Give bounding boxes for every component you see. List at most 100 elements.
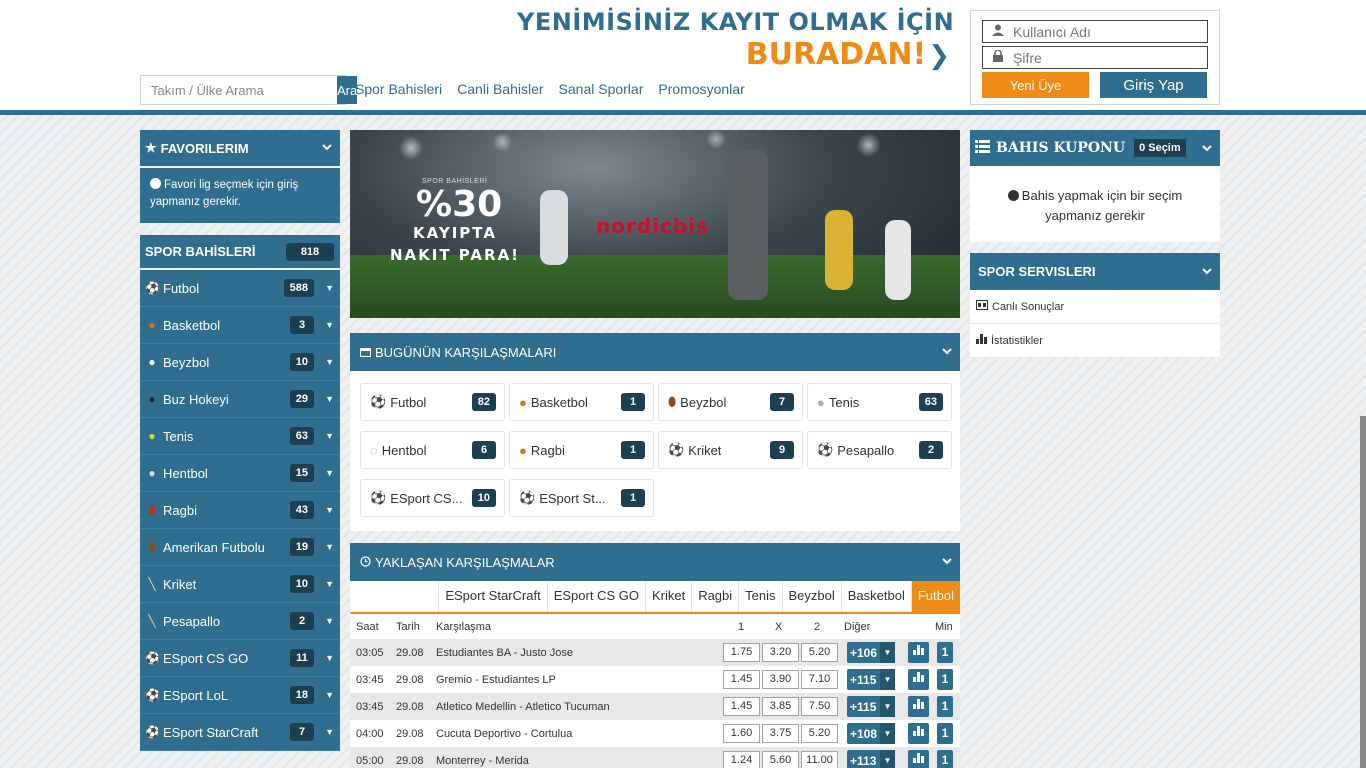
caret-down-icon[interactable]: ▼ xyxy=(325,357,334,367)
stats-button[interactable] xyxy=(908,723,929,744)
nav-spor-bahisleri[interactable]: Spor Bahisleri xyxy=(355,81,442,97)
nav-promosyonlar[interactable]: Promosyonlar xyxy=(658,81,744,97)
chevron-down-icon[interactable] xyxy=(1202,142,1212,155)
chevron-down-icon[interactable] xyxy=(322,142,332,154)
caret-down-icon[interactable]: ▼ xyxy=(325,431,334,441)
sidebar-sport-item[interactable]: ⚽ Futbol 588 ▼ xyxy=(140,270,340,307)
service-live-results[interactable]: Canlı Sonuçlar xyxy=(970,290,1220,324)
sport-tab[interactable]: Tenis xyxy=(738,581,781,612)
match-name[interactable]: Cucuta Deportivo - Cortulua xyxy=(436,728,572,740)
odd-home-button[interactable]: 1.60 xyxy=(723,724,760,743)
sport-tab[interactable]: Basketbol xyxy=(840,581,911,612)
favorites-header[interactable]: ★ FAVORILERIM xyxy=(140,130,340,166)
service-statistics[interactable]: İstatistikler xyxy=(970,324,1220,358)
stats-button[interactable] xyxy=(908,750,929,768)
sport-tab[interactable]: ESport CS GO xyxy=(546,581,645,612)
caret-down-icon[interactable]: ▼ xyxy=(325,505,334,515)
sidebar-sport-item[interactable]: ⬮ Ragbi 43 ▼ xyxy=(140,492,340,529)
match-name[interactable]: Estudiantes BA - Justo Jose xyxy=(436,647,573,659)
today-sport-tile[interactable]: ⬮ Beyzbol 7 xyxy=(658,383,803,421)
odd-draw-button[interactable]: 3.20 xyxy=(762,643,799,662)
today-sport-tile[interactable]: ⚽ ESport CS... 10 xyxy=(360,479,505,517)
stats-button[interactable] xyxy=(908,642,929,663)
sidebar-sport-item[interactable]: ● Basketbol 3 ▼ xyxy=(140,307,340,344)
register-promo-title[interactable]: YENİMİSİNİZ KAYIT OLMAK İÇİN xyxy=(517,8,954,36)
caret-down-icon[interactable]: ▼ xyxy=(325,690,334,700)
odd-away-button[interactable]: 5.20 xyxy=(801,643,838,662)
search-input[interactable] xyxy=(141,76,337,104)
caret-down-icon[interactable]: ▼ xyxy=(325,468,334,478)
odd-away-button[interactable]: 11.00 xyxy=(801,751,838,768)
promo-banner[interactable]: SPOR BAHİSLERİ %30 KAYIPTA NAKIT PARA! n… xyxy=(350,130,960,318)
today-sport-tile[interactable]: ● Tenis 63 xyxy=(807,383,952,421)
today-sport-tile[interactable]: ● Ragbi 1 xyxy=(509,431,654,469)
sidebar-sport-item[interactable]: ⚽ ESport LoL 18 ▼ xyxy=(140,677,340,714)
upcoming-matches-header[interactable]: YAKLAŞAN KARŞILAŞMALAR xyxy=(350,543,960,581)
more-bets-button[interactable]: +115 ▼ xyxy=(847,669,895,690)
sidebar-sport-item[interactable]: ● Hentbol 15 ▼ xyxy=(140,455,340,492)
stats-button[interactable] xyxy=(908,696,929,717)
caret-down-icon[interactable]: ▼ xyxy=(325,283,334,293)
match-name[interactable]: Gremio - Estudiantes LP xyxy=(436,674,556,686)
register-promo-link[interactable]: BURADAN!❯ xyxy=(700,37,950,72)
sidebar-sport-item[interactable]: ╲ Pesapallo 2 ▼ xyxy=(140,603,340,640)
today-sport-tile[interactable]: ⚽ Kriket 9 xyxy=(658,431,803,469)
odd-draw-button[interactable]: 5.60 xyxy=(762,751,799,768)
page-scrollbar[interactable] xyxy=(1360,416,1366,768)
chevron-down-icon[interactable] xyxy=(942,346,952,358)
sidebar-sport-item[interactable]: ⬮ Amerikan Futbolu 19 ▼ xyxy=(140,529,340,566)
bet-slip-header[interactable]: BAHIS KUPONU 0 Seçim xyxy=(970,130,1220,166)
sidebar-sport-item[interactable]: ● Beyzbol 10 ▼ xyxy=(140,344,340,381)
caret-down-icon[interactable]: ▼ xyxy=(325,579,334,589)
today-sport-tile[interactable]: ⚽ Pesapallo 2 xyxy=(807,431,952,469)
sport-tab[interactable]: ESport StarCraft xyxy=(438,581,546,612)
stats-button[interactable] xyxy=(908,669,929,690)
chevron-down-icon[interactable] xyxy=(1202,266,1212,278)
odd-home-button[interactable]: 1.45 xyxy=(723,670,760,689)
odd-away-button[interactable]: 5.20 xyxy=(801,724,838,743)
caret-down-icon[interactable]: ▼ xyxy=(325,727,334,737)
more-bets-button[interactable]: +115 ▼ xyxy=(847,696,895,717)
match-name[interactable]: Monterrey - Merida xyxy=(436,755,529,767)
login-button[interactable]: Giriş Yap xyxy=(1100,72,1207,98)
sidebar-sport-item[interactable]: ● Buz Hokeyi 29 ▼ xyxy=(140,381,340,418)
sport-tab[interactable]: Ragbi xyxy=(691,581,738,612)
odd-away-button[interactable]: 7.10 xyxy=(801,670,838,689)
more-bets-button[interactable]: +113 ▼ xyxy=(847,750,895,768)
todays-matches-header[interactable]: BUGÜNÜN KARŞILAŞMALARI xyxy=(350,333,960,371)
sport-tab[interactable]: Beyzbol xyxy=(781,581,841,612)
caret-down-icon[interactable]: ▼ xyxy=(325,394,334,404)
caret-down-icon[interactable]: ▼ xyxy=(325,653,334,663)
today-sport-tile[interactable]: ● Basketbol 1 xyxy=(509,383,654,421)
today-sport-tile[interactable]: ◌ Hentbol 6 xyxy=(360,431,505,469)
more-bets-button[interactable]: +108 ▼ xyxy=(847,723,895,744)
sidebar-sport-item[interactable]: ⚽ ESport CS GO 11 ▼ xyxy=(140,640,340,677)
odd-draw-button[interactable]: 3.90 xyxy=(762,670,799,689)
nav-canli-bahisler[interactable]: Canli Bahisler xyxy=(457,81,543,97)
odd-draw-button[interactable]: 3.75 xyxy=(762,724,799,743)
odd-home-button[interactable]: 1.24 xyxy=(723,751,760,768)
sports-header[interactable]: SPOR BAHİSLERİ 818 xyxy=(140,235,340,270)
match-name[interactable]: Atletico Medellin - Atletico Tucuman xyxy=(436,701,610,713)
register-promo-link-text[interactable]: BURADAN! xyxy=(746,37,926,72)
today-sport-tile[interactable]: ⚽ Futbol 82 xyxy=(360,383,505,421)
sidebar-sport-item[interactable]: ● Tenis 63 ▼ xyxy=(140,418,340,455)
today-sport-tile[interactable]: ⚽ ESport St... 1 xyxy=(509,479,654,517)
password-input[interactable] xyxy=(1013,47,1207,68)
username-input[interactable] xyxy=(1013,21,1207,42)
more-bets-button[interactable]: +106 ▼ xyxy=(847,642,895,663)
caret-down-icon[interactable]: ▼ xyxy=(325,320,334,330)
nav-sanal-sporlar[interactable]: Sanal Sporlar xyxy=(559,81,644,97)
caret-down-icon[interactable]: ▼ xyxy=(325,616,334,626)
odd-home-button[interactable]: 1.75 xyxy=(723,643,760,662)
sport-services-header[interactable]: SPOR SERVISLERI xyxy=(970,253,1220,290)
sidebar-sport-item[interactable]: ╲ Kriket 10 ▼ xyxy=(140,566,340,603)
caret-down-icon[interactable]: ▼ xyxy=(325,542,334,552)
sport-tab[interactable]: Futbol xyxy=(910,581,960,612)
odd-away-button[interactable]: 7.50 xyxy=(801,697,838,716)
odd-home-button[interactable]: 1.45 xyxy=(723,697,760,716)
register-button[interactable]: Yeni Üye xyxy=(982,72,1089,98)
sport-tab[interactable]: Kriket xyxy=(644,581,691,612)
chevron-down-icon[interactable] xyxy=(942,556,952,568)
sidebar-sport-item[interactable]: ⚽ ESport StarCraft 7 ▼ xyxy=(140,714,340,751)
